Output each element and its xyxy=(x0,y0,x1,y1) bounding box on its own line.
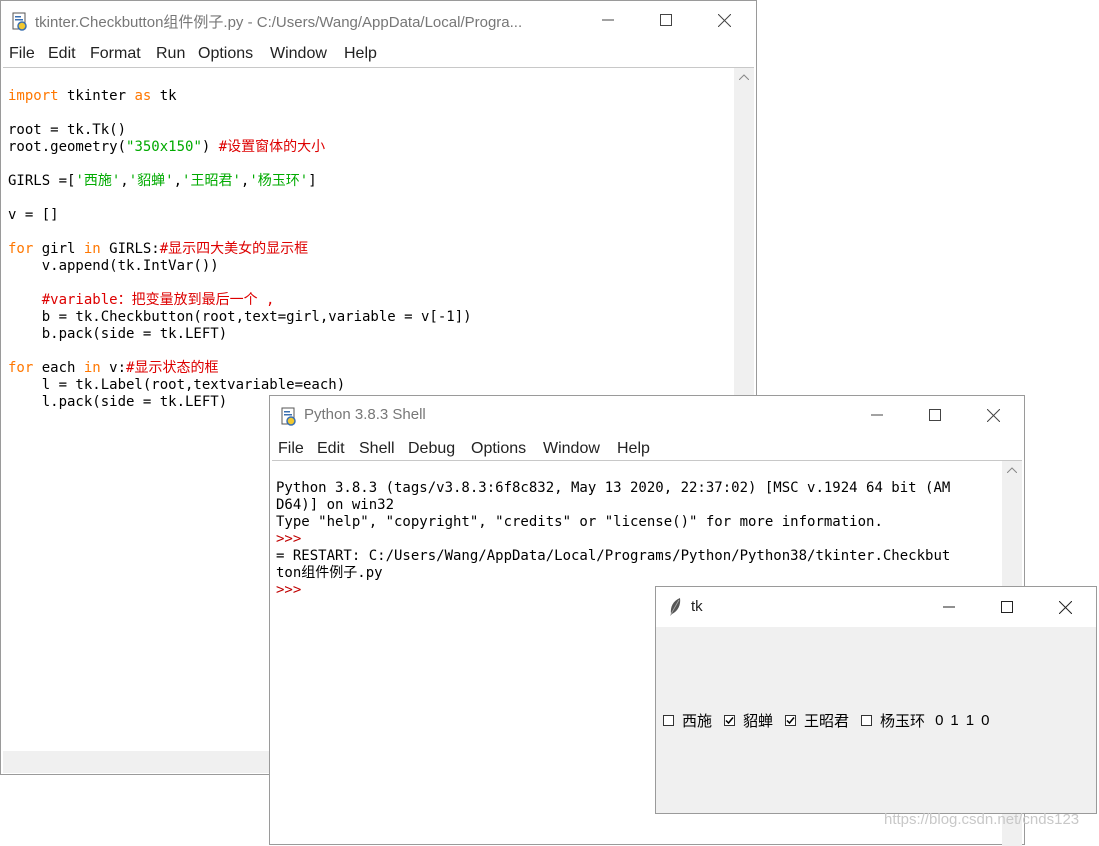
maximize-button[interactable] xyxy=(643,5,689,35)
scroll-up-icon[interactable] xyxy=(739,74,749,80)
shell-line: Type "help", "copyright", "credits" or "… xyxy=(276,514,883,530)
value-label: 1 xyxy=(965,711,975,729)
code-line: for each in v:#显示状态的框 xyxy=(8,360,219,376)
shell-title: Python 3.8.3 Shell xyxy=(304,406,426,423)
value-label: 0 xyxy=(935,711,944,729)
scroll-up-icon[interactable] xyxy=(1007,467,1017,473)
code-line: #variable：把变量放到最后一个 , xyxy=(8,292,275,308)
menu-edit[interactable]: Edit xyxy=(48,45,76,63)
shell-line: Python 3.8.3 (tags/v3.8.3:6f8c832, May 1… xyxy=(276,480,951,496)
shell-prompt: >>> xyxy=(276,531,310,547)
checkbutton-xishi[interactable]: 西施 xyxy=(663,710,712,731)
maximize-button[interactable] xyxy=(984,592,1030,622)
checkbutton-wangzhaojun[interactable]: 王昭君 xyxy=(785,710,849,731)
menu-format[interactable]: Format xyxy=(90,45,141,63)
tk-window: tk 西施 貂蝉 王昭君 杨玉环 0 1 1 0 xyxy=(655,586,1097,814)
python-icon xyxy=(280,407,298,426)
menu-divider xyxy=(3,67,754,68)
shell-line: ton组件例子.py xyxy=(276,565,383,581)
menu-file[interactable]: File xyxy=(9,45,35,63)
code-line: for girl in GIRLS:#显示四大美女的显示框 xyxy=(8,241,309,257)
code-line: v.append(tk.IntVar()) xyxy=(8,258,219,274)
code-editor[interactable]: import tkinter as tk root = tk.Tk() root.g… xyxy=(8,71,472,445)
minimize-button[interactable] xyxy=(585,5,631,35)
shell-line: = RESTART: C:/Users/Wang/AppData/Local/P… xyxy=(276,548,951,564)
feather-icon xyxy=(668,597,686,616)
checkbutton-label: 王昭君 xyxy=(804,712,850,730)
shell-menubar: File Edit Shell Debug Options Window Hel… xyxy=(270,434,1024,462)
checkbutton-label: 貂蝉 xyxy=(743,712,774,730)
value-label: 1 xyxy=(950,711,959,729)
checkbox-checked-icon[interactable] xyxy=(724,714,736,726)
checkbutton-label: 杨玉环 xyxy=(880,712,926,730)
menu-file[interactable]: File xyxy=(278,440,304,458)
editor-menubar: File Edit Format Run Options Window Help xyxy=(1,39,756,67)
menu-window[interactable]: Window xyxy=(543,440,600,458)
tk-content: 西施 貂蝉 王昭君 杨玉环 0 1 1 0 xyxy=(663,710,989,730)
menu-help[interactable]: Help xyxy=(344,45,377,63)
python-file-icon xyxy=(11,12,29,31)
close-button[interactable] xyxy=(970,400,1016,430)
menu-shell[interactable]: Shell xyxy=(359,440,395,458)
checkbox-checked-icon[interactable] xyxy=(785,714,797,726)
menu-run[interactable]: Run xyxy=(156,45,185,63)
menu-divider xyxy=(272,460,1022,461)
shell-titlebar[interactable]: Python 3.8.3 Shell xyxy=(270,396,1024,434)
checkbox-unchecked-icon[interactable] xyxy=(861,714,873,726)
menu-window[interactable]: Window xyxy=(270,45,327,63)
menu-options[interactable]: Options xyxy=(198,45,253,63)
close-button[interactable] xyxy=(701,5,747,35)
menu-options[interactable]: Options xyxy=(471,440,526,458)
tk-title: tk xyxy=(691,598,703,615)
menu-debug[interactable]: Debug xyxy=(408,440,455,458)
tk-titlebar[interactable]: tk xyxy=(656,587,1096,627)
code-line: b = tk.Checkbutton(root,text=girl,variab… xyxy=(8,309,472,325)
minimize-button[interactable] xyxy=(926,592,972,622)
code-line: GIRLS =['西施','貂蝉','王昭君','杨玉环'] xyxy=(8,173,317,189)
code-line: v = [] xyxy=(8,207,59,223)
editor-titlebar[interactable]: tkinter.Checkbutton组件例子.py - C:/Users/Wa… xyxy=(1,1,756,39)
maximize-button[interactable] xyxy=(912,400,958,430)
checkbox-unchecked-icon[interactable] xyxy=(663,714,674,726)
shell-line: D64)] on win32 xyxy=(276,497,395,513)
checkbutton-diaochan[interactable]: 貂蝉 xyxy=(724,710,773,731)
code-line: import tkinter as tk xyxy=(8,88,177,104)
value-label: 0 xyxy=(981,711,990,729)
code-line: l = tk.Label(root,textvariable=each) xyxy=(8,377,346,393)
menu-help[interactable]: Help xyxy=(617,440,650,458)
checkbutton-yangyuhuan[interactable]: 杨玉环 xyxy=(861,710,925,731)
menu-edit[interactable]: Edit xyxy=(317,440,345,458)
minimize-button[interactable] xyxy=(854,400,900,430)
code-line: root = tk.Tk() xyxy=(8,122,127,138)
editor-title: tkinter.Checkbutton组件例子.py - C:/Users/Wa… xyxy=(35,14,523,31)
watermark: https://blog.csdn.net/cnds123 xyxy=(884,811,1080,828)
code-line: root.geometry("350x150") #设置窗体的大小 xyxy=(8,139,326,155)
close-button[interactable] xyxy=(1042,592,1088,622)
checkbutton-label: 西施 xyxy=(682,712,713,730)
code-line: b.pack(side = tk.LEFT) xyxy=(8,326,228,342)
